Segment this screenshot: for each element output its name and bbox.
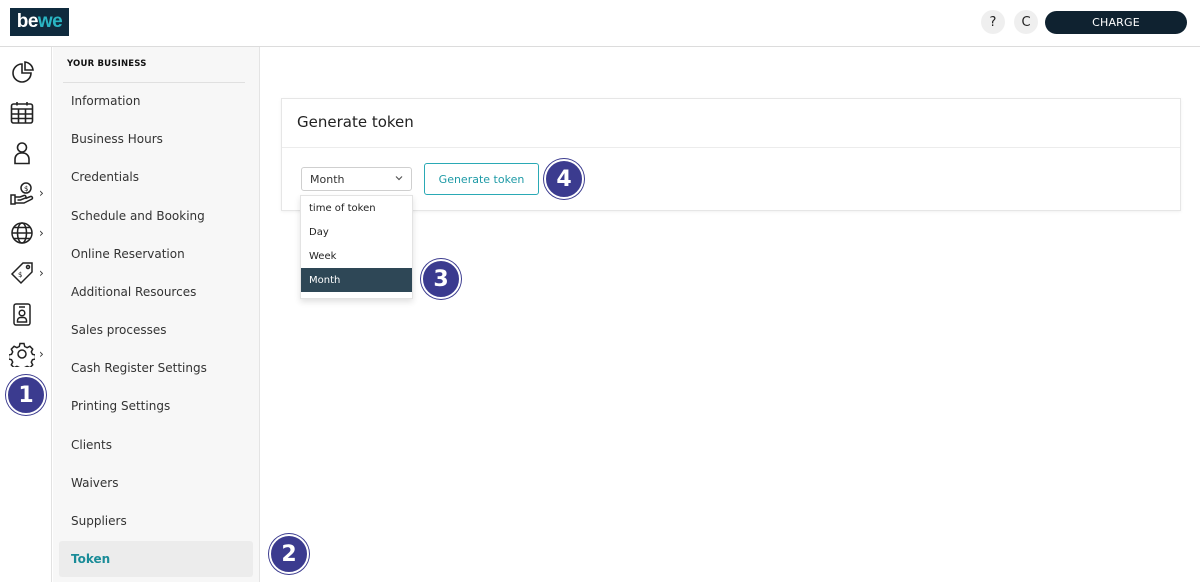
subnav-item-schedule-booking[interactable]: Schedule and Booking: [59, 198, 253, 234]
subnav-item-token[interactable]: Token: [59, 541, 253, 577]
rail-item-calendar[interactable]: [6, 97, 46, 129]
subnav-item-printing-settings[interactable]: Printing Settings: [59, 388, 253, 424]
subnav-item-clients[interactable]: Clients: [59, 427, 253, 463]
card-divider: [282, 147, 1180, 148]
select-value: Month: [310, 172, 345, 186]
rail-item-clients[interactable]: [6, 137, 46, 169]
token-period-dropdown: time of token Day Week Month: [300, 195, 413, 299]
chevron-right-icon: ›: [39, 226, 44, 240]
user-avatar-button[interactable]: C: [1014, 10, 1038, 34]
generate-token-card: Generate token: [281, 98, 1181, 211]
step-badge-2: 2: [269, 534, 309, 574]
globe-icon: [11, 222, 33, 244]
logo-text-b: we: [37, 11, 63, 32]
subnav-item-information[interactable]: Information: [59, 83, 253, 119]
rail-item-dashboard[interactable]: [6, 57, 46, 89]
user-icon: [14, 142, 30, 165]
subnav-item-waivers[interactable]: Waivers: [59, 465, 253, 501]
rail-item-online[interactable]: ›: [6, 217, 46, 249]
step-badge-3: 3: [421, 259, 461, 299]
rail-item-settings[interactable]: ›: [6, 338, 46, 370]
chevron-right-icon: ›: [39, 347, 44, 361]
top-bar: be we ? C CHARGE: [0, 0, 1200, 47]
subnav-item-suppliers[interactable]: Suppliers: [59, 503, 253, 539]
subnav-item-cash-register-settings[interactable]: Cash Register Settings: [59, 350, 253, 386]
step-badge-1: 1: [6, 375, 46, 415]
logo-text-a: be: [16, 11, 39, 32]
generate-token-button[interactable]: Generate token: [424, 163, 539, 195]
svg-text:$: $: [18, 271, 22, 279]
card-title: Generate token: [297, 113, 414, 131]
token-period-select[interactable]: Month: [301, 167, 412, 191]
gear-icon: [9, 342, 35, 367]
step-badge-4: 4: [544, 159, 584, 199]
calendar-icon: [10, 102, 34, 124]
svg-text:$: $: [24, 185, 28, 193]
subnav-item-sales-processes[interactable]: Sales processes: [59, 312, 253, 348]
pie-chart-icon: [12, 61, 34, 83]
dropdown-option-day[interactable]: Day: [301, 220, 412, 244]
bewe-logo[interactable]: be we: [10, 8, 69, 36]
rail-item-pricing[interactable]: $ ›: [6, 257, 46, 289]
badge-id-icon: [13, 303, 31, 326]
dropdown-option-week[interactable]: Week: [301, 244, 412, 268]
subnav-item-business-hours[interactable]: Business Hours: [59, 121, 253, 157]
charge-button[interactable]: CHARGE: [1045, 11, 1187, 34]
price-tag-icon: $: [10, 262, 33, 285]
settings-subnav: YOUR BUSINESS Information Business Hours…: [53, 47, 260, 582]
chevron-down-icon: [395, 176, 403, 181]
money-hand-icon: $: [10, 182, 34, 205]
icon-rail: $ › › $ › ›: [0, 47, 52, 582]
help-button[interactable]: ?: [981, 10, 1005, 34]
rail-item-staff[interactable]: [6, 298, 46, 330]
dropdown-option-month[interactable]: Month: [301, 268, 412, 292]
chevron-right-icon: ›: [39, 186, 44, 200]
subnav-item-credentials[interactable]: Credentials: [59, 159, 253, 195]
subnav-item-online-reservation[interactable]: Online Reservation: [59, 236, 253, 272]
subnav-item-additional-resources[interactable]: Additional Resources: [59, 274, 253, 310]
chevron-right-icon: ›: [39, 266, 44, 280]
dropdown-option-time-of-token[interactable]: time of token: [301, 196, 412, 220]
rail-item-payments[interactable]: $ ›: [6, 177, 46, 209]
subnav-title: YOUR BUSINESS: [67, 59, 147, 69]
